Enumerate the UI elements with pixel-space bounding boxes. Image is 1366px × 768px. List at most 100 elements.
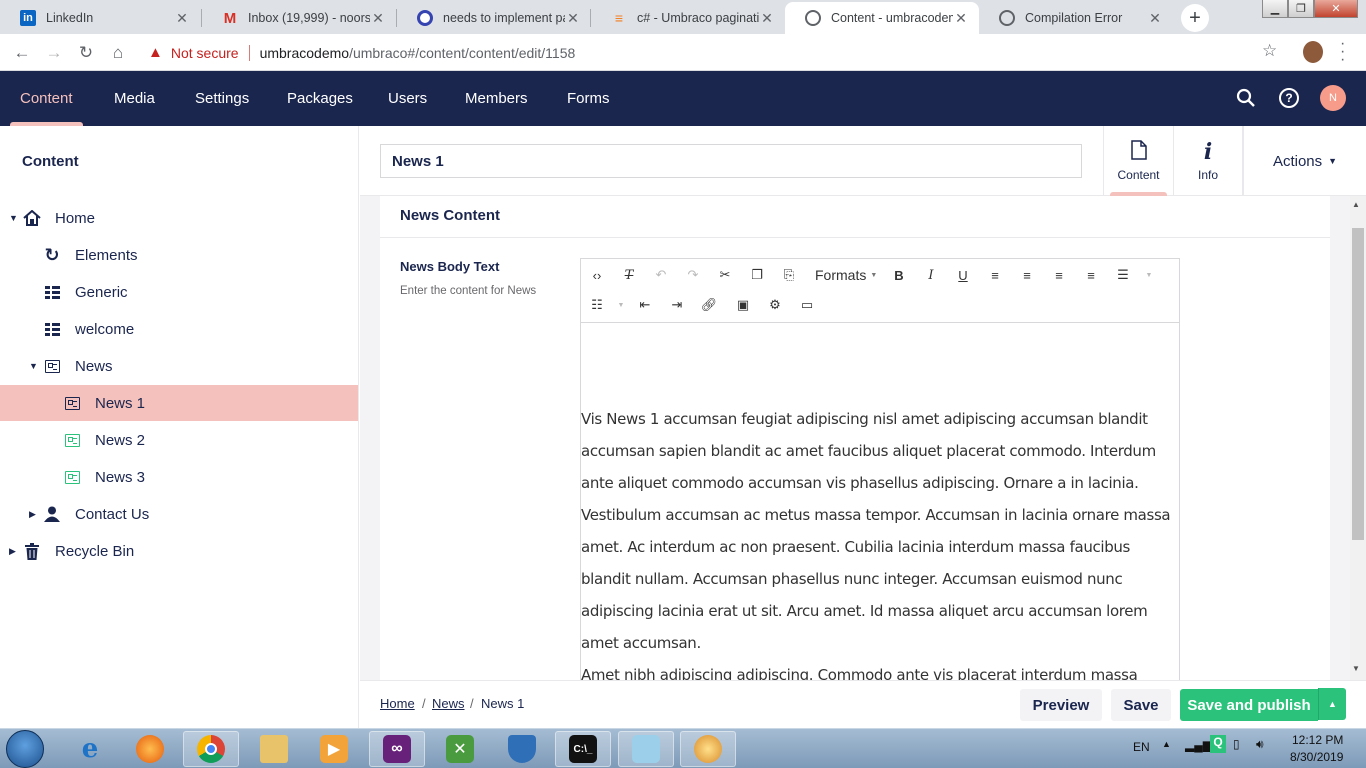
align-center-icon[interactable]: ≡ <box>1015 263 1039 287</box>
numbered-list-icon[interactable]: ☷ <box>585 293 609 317</box>
shield-app-icon[interactable] <box>494 731 550 767</box>
scroll-down-icon[interactable]: ▼ <box>1352 664 1360 673</box>
avatar[interactable]: N <box>1320 85 1346 111</box>
start-button[interactable] <box>6 730 44 768</box>
paint-icon[interactable] <box>680 731 736 767</box>
browser-tab-compilation-error[interactable]: Compilation Error ✕ <box>979 2 1173 34</box>
copy-icon[interactable]: ❐ <box>745 263 769 287</box>
indent-icon[interactable]: ⇥ <box>665 293 689 317</box>
scroll-up-icon[interactable]: ▲ <box>1352 200 1360 209</box>
bookmark-star-icon[interactable]: ☆ <box>1262 41 1277 61</box>
tree-item-news-1[interactable]: News 1 <box>0 385 358 421</box>
tab-close-icon[interactable]: ✕ <box>759 10 775 27</box>
tree-item-news[interactable]: ▼ News <box>0 348 358 384</box>
remove-format-icon[interactable]: T <box>617 263 641 287</box>
minimize-icon[interactable]: ▁ <box>1262 0 1288 18</box>
new-tab-button[interactable]: + <box>1181 4 1209 32</box>
tab-close-icon[interactable]: ✕ <box>1147 10 1163 27</box>
chrome-icon[interactable] <box>183 731 239 767</box>
bullet-list-icon[interactable]: ☰ <box>1111 263 1135 287</box>
cut-icon[interactable]: ✂ <box>713 263 737 287</box>
tray-app-icon[interactable]: Q <box>1210 735 1226 753</box>
battery-icon[interactable]: ▯ <box>1233 737 1240 751</box>
browser-menu-icon[interactable]: · · · <box>1340 36 1345 68</box>
clock-time[interactable]: 12:12 PM <box>1292 733 1343 747</box>
section-settings[interactable]: Settings <box>195 71 249 126</box>
home-icon[interactable]: ⌂ <box>106 41 130 65</box>
image-icon[interactable]: ▣ <box>731 293 755 317</box>
align-left-icon[interactable]: ≡ <box>983 263 1007 287</box>
formats-dropdown[interactable]: Formats ▼ <box>815 263 877 287</box>
italic-icon[interactable]: I <box>919 263 943 287</box>
network-signal-icon[interactable]: ▂▄▆ <box>1185 738 1212 752</box>
outdent-icon[interactable]: ⇤ <box>633 293 657 317</box>
browser-tab-stackoverflow[interactable]: ≡ c# - Umbraco pagination ✕ <box>591 2 785 34</box>
browser-tab-umbraco-forum[interactable]: needs to implement pag ✕ <box>397 2 591 34</box>
show-hidden-icons-icon[interactable]: ▲ <box>1162 739 1171 749</box>
macro-icon[interactable]: ⚙ <box>763 293 787 317</box>
embed-icon[interactable]: ▭ <box>795 293 819 317</box>
network-tool-icon[interactable]: ✕ <box>432 731 488 767</box>
clock-date[interactable]: 8/30/2019 <box>1290 750 1343 764</box>
undo-icon[interactable]: ↶ <box>649 263 673 287</box>
bold-icon[interactable]: B <box>887 263 911 287</box>
tree-item-contact-us[interactable]: ▶ Contact Us <box>0 496 358 532</box>
section-users[interactable]: Users <box>388 71 427 126</box>
source-code-icon[interactable]: ‹› <box>585 263 609 287</box>
profile-avatar-icon[interactable] <box>1303 41 1323 63</box>
align-justify-icon[interactable]: ≡ <box>1079 263 1103 287</box>
underline-icon[interactable]: U <box>951 263 975 287</box>
search-icon[interactable] <box>1236 88 1256 114</box>
caret-right-icon[interactable]: ▶ <box>9 546 16 557</box>
align-right-icon[interactable]: ≡ <box>1047 263 1071 287</box>
app-tab-content[interactable]: Content <box>1103 126 1173 196</box>
save-and-publish-button[interactable]: Save and publish <box>1180 689 1318 721</box>
caret-down-icon[interactable]: ▼ <box>29 361 38 371</box>
file-explorer-icon[interactable] <box>246 731 302 767</box>
tab-close-icon[interactable]: ✕ <box>565 10 581 27</box>
preview-button[interactable]: Preview <box>1020 689 1102 721</box>
tab-close-icon[interactable]: ✕ <box>953 10 969 27</box>
app-tab-info[interactable]: i Info <box>1173 126 1243 196</box>
address-bar[interactable]: ▲ Not secure umbracodemo /umbraco#/conte… <box>140 38 1300 67</box>
rte-content-area[interactable]: Vis News 1 accumsan feugiat adipiscing n… <box>581 323 1179 680</box>
save-button[interactable]: Save <box>1111 689 1171 721</box>
window-close-icon[interactable]: ✕ <box>1314 0 1358 18</box>
maximize-icon[interactable]: ❐ <box>1288 0 1314 18</box>
forward-icon[interactable]: → <box>42 41 66 65</box>
browser-tab-linkedin[interactable]: in LinkedIn ✕ <box>0 2 200 34</box>
tab-close-icon[interactable]: ✕ <box>370 10 386 27</box>
publish-options-caret-icon[interactable]: ▲ <box>1318 688 1346 720</box>
notepad-icon[interactable] <box>618 731 674 767</box>
section-members[interactable]: Members <box>465 71 528 126</box>
caret-right-icon[interactable]: ▶ <box>29 509 36 520</box>
section-content[interactable]: Content <box>10 71 83 126</box>
visual-studio-icon[interactable]: ∞ <box>369 731 425 767</box>
volume-icon[interactable]: 🔊︎ <box>1256 737 1264 752</box>
breadcrumb-news[interactable]: News <box>432 696 465 711</box>
section-media[interactable]: Media <box>114 71 155 126</box>
tab-close-icon[interactable]: ✕ <box>174 10 190 27</box>
section-packages[interactable]: Packages <box>287 71 353 126</box>
back-icon[interactable]: ← <box>10 41 34 65</box>
media-player-icon[interactable]: ▶ <box>306 731 362 767</box>
link-icon[interactable]: 🔗︎ <box>697 293 721 317</box>
tree-item-generic[interactable]: Generic <box>0 274 358 310</box>
paste-icon[interactable]: ⎘ <box>777 263 801 287</box>
actions-button[interactable]: Actions ▼ <box>1243 126 1366 196</box>
internet-explorer-icon[interactable]: e <box>62 731 118 767</box>
node-name-input[interactable]: News 1 <box>380 144 1082 178</box>
browser-tab-gmail[interactable]: M Inbox (19,999) - noorsre ✕ <box>202 2 396 34</box>
redo-icon[interactable]: ↷ <box>681 263 705 287</box>
breadcrumb-home[interactable]: Home <box>380 696 415 711</box>
caret-down-icon[interactable]: ▼ <box>9 213 18 223</box>
section-forms[interactable]: Forms <box>567 71 610 126</box>
help-icon[interactable]: ? <box>1279 88 1299 108</box>
tree-item-welcome[interactable]: welcome <box>0 311 358 347</box>
caret-down-icon[interactable]: ▼ <box>1137 263 1161 287</box>
language-indicator[interactable]: EN <box>1133 740 1150 754</box>
reload-icon[interactable]: ↻ <box>74 41 98 65</box>
caret-down-icon[interactable]: ▼ <box>609 293 633 317</box>
command-prompt-icon[interactable]: C:\_ <box>555 731 611 767</box>
tree-item-news-2[interactable]: News 2 <box>0 422 358 458</box>
